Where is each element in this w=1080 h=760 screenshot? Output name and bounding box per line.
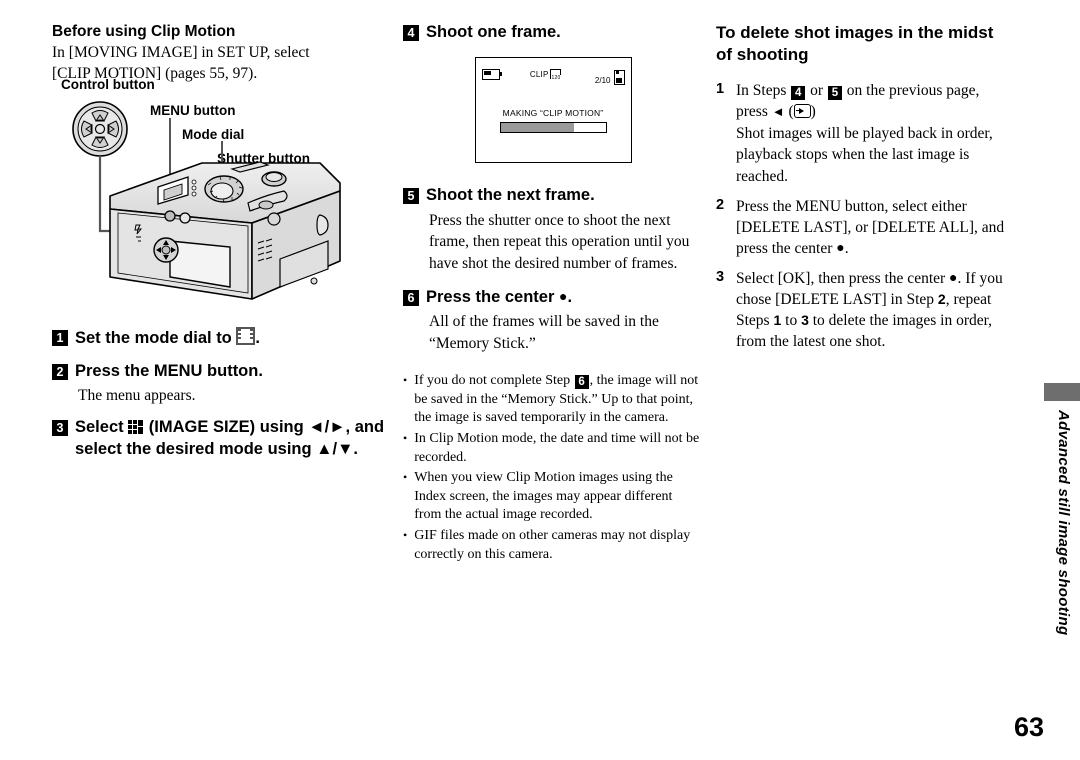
control-button-icon	[72, 101, 128, 158]
note-item: • If you do not complete Step 6, the ima…	[403, 372, 703, 428]
delete-images-heading: To delete shot images in the midst of sh…	[716, 23, 994, 65]
mid-step-4: 4 Shoot one frame.	[403, 22, 703, 43]
note-item: • When you view Clip Motion images using…	[403, 469, 703, 525]
page-number: 63	[1013, 712, 1044, 742]
lcd-counter-value: 2/10	[594, 76, 611, 86]
bullet-icon: •	[403, 373, 408, 388]
battery-icon	[481, 68, 502, 80]
step-ref-2: 2	[937, 290, 946, 307]
right-step-2-number: 2	[716, 196, 725, 213]
right-step-3-number: 3	[716, 268, 725, 285]
step-badge-3: 3	[52, 420, 68, 437]
left-step-1-text-before: Set the mode dial to	[75, 329, 237, 348]
step-badge-5: 5	[403, 188, 419, 205]
manual-page: Before using Clip Motion In [MOVING IMAG…	[0, 0, 1080, 760]
left-step-1: 1 Set the mode dial to .	[52, 327, 387, 349]
right-step-3-text-a: Select [OK], then press the center	[736, 269, 950, 287]
right-column: To delete shot images in the midst of sh…	[716, 22, 1011, 361]
bullet-icon: •	[403, 528, 408, 543]
mid-step-6-body: All of the frames will be saved in the “…	[429, 313, 659, 352]
step-ref-badge-5: 5	[827, 86, 842, 101]
section-tab-label: Advanced still image shooting	[1055, 410, 1072, 636]
playback-review-icon	[793, 104, 811, 119]
image-size-icon	[128, 420, 144, 435]
step-badge-4: 4	[403, 25, 419, 41]
camera-diagram: Control button MENU button Mode dial Shu…	[52, 77, 387, 321]
note-2-text: In Clip Motion mode, the date and time w…	[414, 431, 700, 465]
right-step-1-text-b: or	[806, 82, 827, 100]
note-item: • GIF files made on other cameras may no…	[403, 527, 703, 564]
bullet-icon: •	[403, 470, 408, 485]
step-ref-badge-4: 4	[791, 86, 806, 101]
mid-step-5-body: Press the shutter once to shoot the next…	[429, 211, 690, 272]
right-step-1: 1 In Steps 4 or 5 on the previous page, …	[716, 80, 1011, 186]
camera-illustration-svg	[72, 101, 341, 301]
center-dot-icon: ●	[836, 240, 845, 256]
mid-step-4-title: Shoot one frame.	[426, 23, 561, 41]
right-step-1-text-a: In Steps	[736, 82, 791, 100]
lcd-clip-label: CLIP	[529, 69, 549, 79]
bullet-icon: •	[403, 431, 408, 446]
label-control-button: Control button	[61, 77, 155, 93]
left-column: Before using Clip Motion In [MOVING IMAG…	[52, 22, 387, 460]
note-4-text: GIF files made on other cameras may not …	[414, 528, 691, 562]
intro-line-1: In [MOVING IMAGE] in SET UP, select	[52, 44, 310, 62]
note-3-text: When you view Clip Motion images using t…	[414, 470, 673, 523]
mid-step-5: 5 Shoot the next frame.	[403, 185, 703, 206]
mid-step-6-text-after: .	[567, 288, 573, 306]
lcd-screen-illustration: CLIP 2/10 MAKING “CLIP MOTION”	[403, 57, 703, 164]
right-step-2-text-end: .	[844, 239, 849, 257]
mid-step-6: 6 Press the center ●.	[403, 287, 703, 308]
note-1-part1: If you do not complete Step	[414, 373, 574, 389]
left-step-3: 3 Select (IMAGE SIZE) using ◄/►, and sel…	[52, 417, 387, 460]
step-badge-1: 1	[52, 330, 68, 347]
camera-body	[109, 161, 341, 301]
right-step-2: 2 Press the MENU button, select either […	[716, 196, 1011, 259]
step-badge-6: 6	[403, 290, 419, 306]
left-step-3-text-before: Select	[75, 418, 129, 437]
lcd-frame-counter: 2/10	[594, 70, 625, 86]
note-step-badge: 6	[574, 375, 589, 390]
mid-step-6-text-before: Press the center	[426, 288, 559, 306]
lcd-progress-fill	[500, 123, 574, 133]
right-step-2-text: Press the MENU button, select either [DE…	[736, 197, 1005, 257]
film-strip-icon	[236, 327, 256, 346]
note-item: • In Clip Motion mode, the date and time…	[403, 430, 703, 467]
left-arrow-icon: ◄	[771, 104, 785, 120]
step3-to: to	[781, 311, 802, 329]
before-using-heading: Before using Clip Motion	[52, 23, 236, 40]
clip-frames-icon	[549, 69, 561, 82]
left-step-2: 2 Press the MENU button.	[52, 361, 387, 382]
right-step-3: 3 Select [OK], then press the center ●. …	[716, 268, 1011, 352]
lcd-progress-bar	[499, 122, 607, 134]
section-tab-bar	[1044, 383, 1080, 401]
center-dot-icon: ●	[949, 270, 958, 286]
notes-list: • If you do not complete Step 6, the ima…	[403, 372, 703, 564]
middle-column: 4 Shoot one frame. CLIP 2/10 MAKING “CLI…	[403, 22, 703, 566]
left-step-2-title: Press the MENU button.	[75, 361, 263, 380]
right-step-1-number: 1	[716, 81, 725, 98]
step-ref-3: 3	[801, 311, 809, 328]
step-badge-2: 2	[52, 363, 68, 380]
mid-step-5-title: Shoot the next frame.	[426, 186, 595, 205]
left-step-2-body: The menu appears.	[78, 387, 196, 405]
lcd-message: MAKING “CLIP MOTION”	[502, 108, 604, 119]
lcd-status-bar: CLIP 2/10	[476, 63, 631, 86]
lcd-clip-indicator: CLIP	[496, 69, 595, 82]
left-step-1-text-after: .	[255, 329, 260, 348]
memory-stick-icon	[613, 70, 625, 86]
right-step-1-sub: Shot images will be played back in order…	[736, 125, 993, 185]
lcd-frame: CLIP 2/10 MAKING “CLIP MOTION”	[474, 57, 632, 164]
